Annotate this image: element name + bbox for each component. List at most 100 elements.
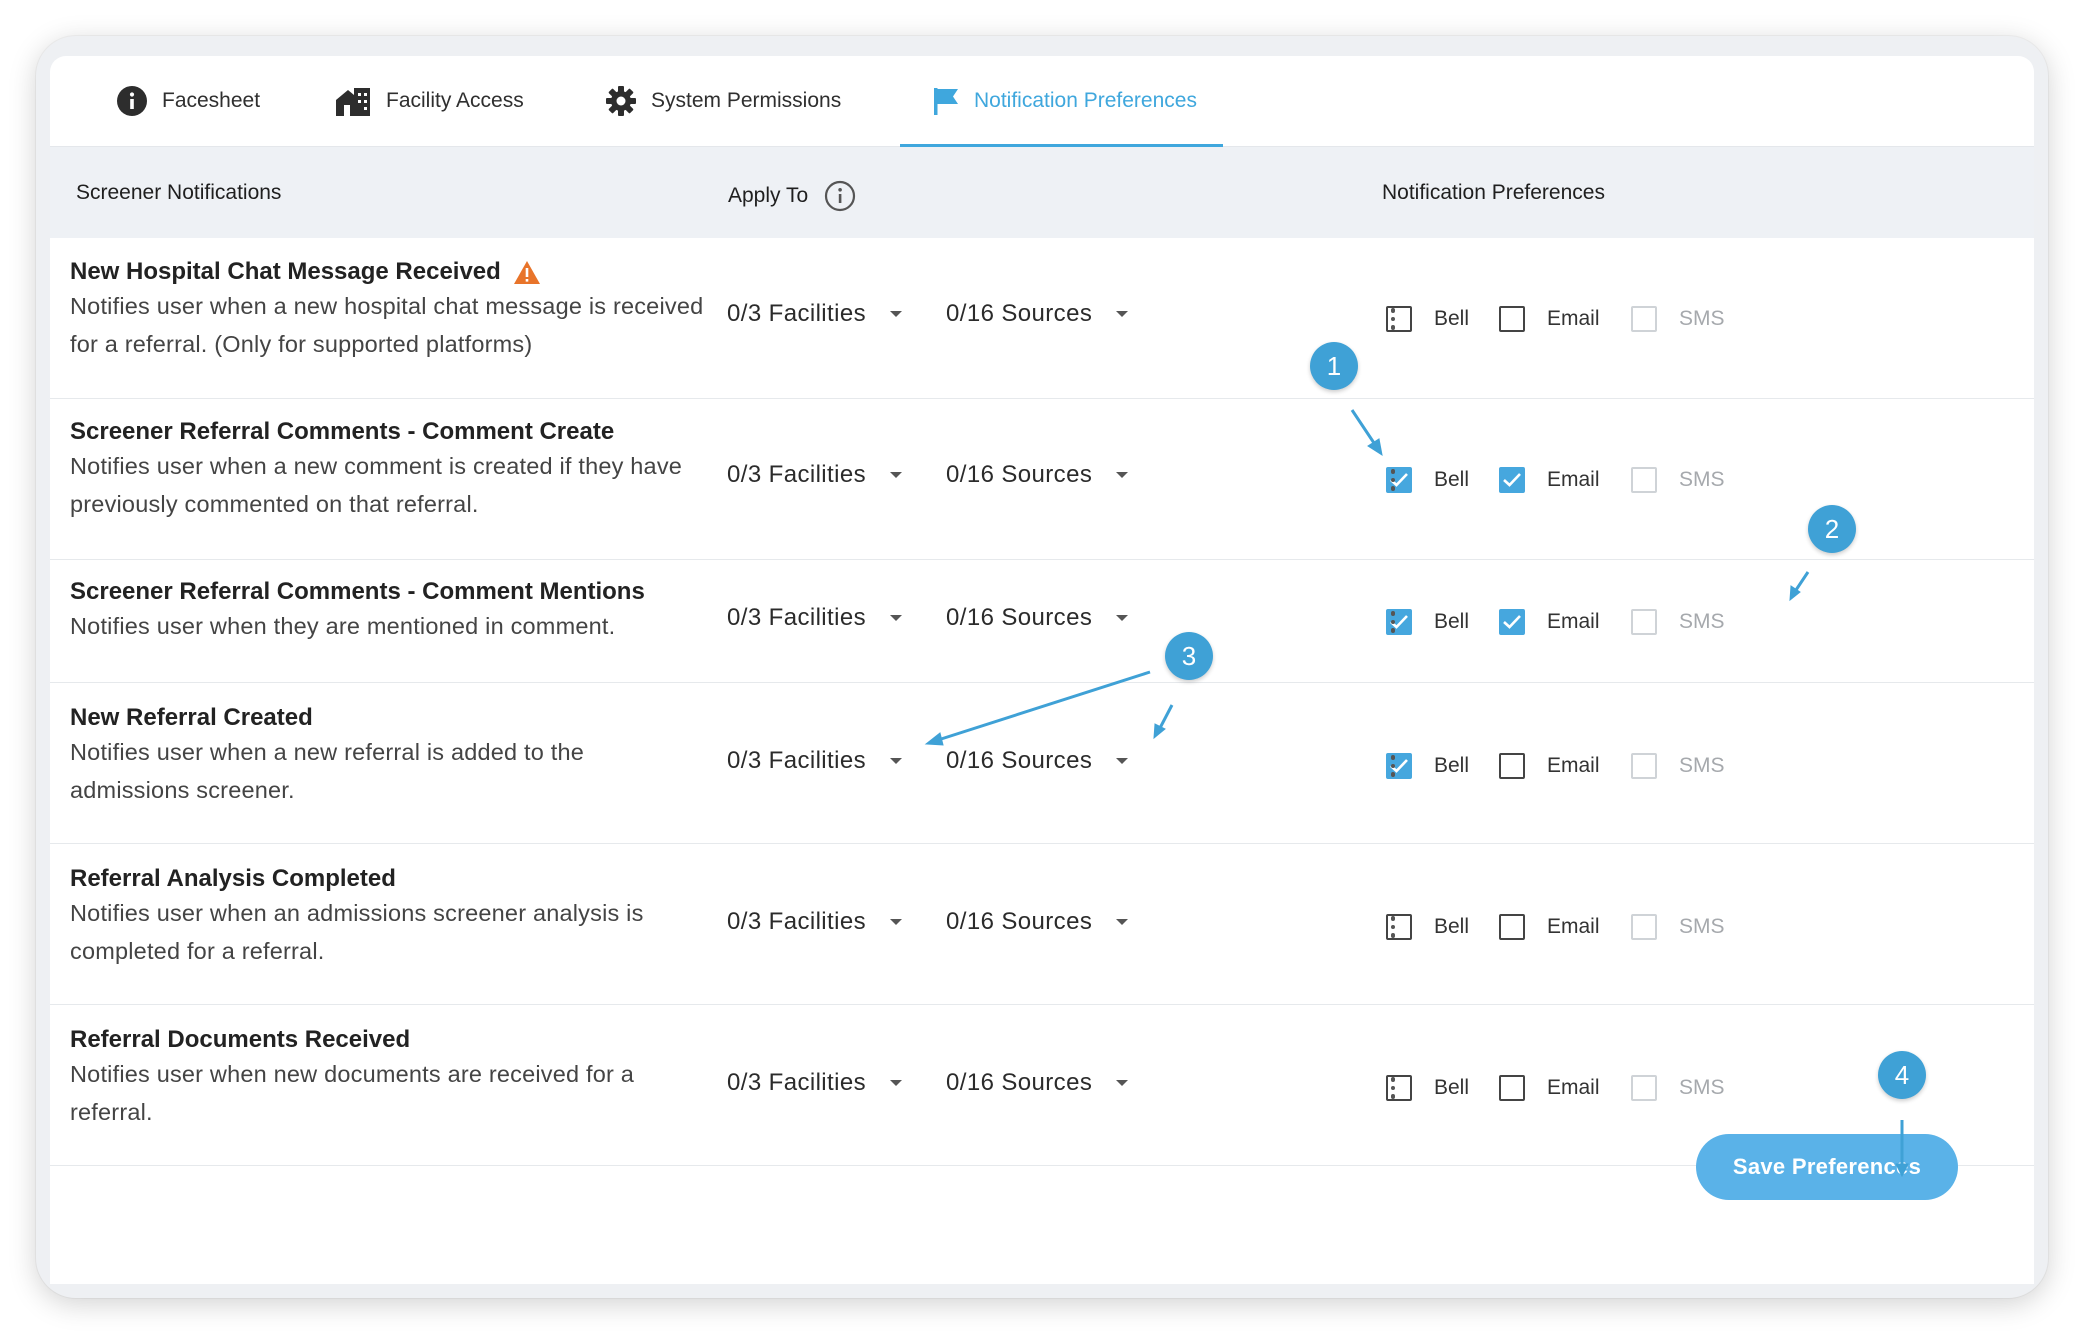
- notification-description: Notifies user when a new comment is crea…: [70, 453, 683, 517]
- facilities-dropdown[interactable]: 0/3 Facilities: [727, 1069, 902, 1097]
- table-row: New Hospital Chat Message Received Notif…: [50, 238, 2034, 399]
- sources-dropdown[interactable]: 0/16 Sources: [946, 908, 1129, 936]
- email-preference[interactable]: Email: [1499, 1075, 1600, 1101]
- caret-down-icon: [1116, 615, 1129, 621]
- email-checkbox[interactable]: [1499, 306, 1525, 332]
- sms-checkbox: [1631, 609, 1657, 635]
- flag-icon: [932, 86, 960, 116]
- notification-description: Notifies user when a new hospital chat m…: [70, 293, 704, 357]
- facilities-dropdown[interactable]: 0/3 Facilities: [727, 461, 902, 489]
- caret-down-icon: [889, 758, 902, 764]
- email-label: Email: [1547, 754, 1600, 777]
- email-checkbox[interactable]: [1499, 914, 1525, 940]
- email-preference[interactable]: Email: [1499, 914, 1600, 940]
- email-checkbox[interactable]: [1499, 467, 1525, 493]
- warning-icon: [513, 260, 541, 285]
- caret-down-icon: [1116, 919, 1129, 925]
- email-checkbox[interactable]: [1499, 753, 1525, 779]
- info-outline-icon[interactable]: [824, 180, 856, 212]
- more-options-icon[interactable]: [1383, 751, 1403, 781]
- sms-preference: SMS: [1631, 306, 1725, 332]
- more-options-icon[interactable]: [1383, 1073, 1403, 1103]
- email-label: Email: [1547, 468, 1600, 491]
- email-preference[interactable]: Email: [1499, 753, 1600, 779]
- sources-dropdown[interactable]: 0/16 Sources: [946, 747, 1129, 775]
- tab-notification-preferences[interactable]: Notification Preferences: [900, 56, 1223, 147]
- sources-dropdown[interactable]: 0/16 Sources: [946, 461, 1129, 489]
- more-options-icon[interactable]: [1383, 607, 1403, 637]
- sms-checkbox: [1631, 467, 1657, 493]
- table-row: Referral Analysis Completed Notifies use…: [50, 844, 2034, 1005]
- facilities-value: 0/3 Facilities: [727, 461, 866, 488]
- sources-dropdown[interactable]: 0/16 Sources: [946, 300, 1129, 328]
- table-header: Screener Notifications Apply To Notifica…: [50, 147, 2034, 238]
- table-row: New Referral Created Notifies user when …: [50, 683, 2034, 844]
- sms-label: SMS: [1679, 754, 1725, 777]
- facilities-dropdown[interactable]: 0/3 Facilities: [727, 300, 902, 328]
- more-options-icon[interactable]: [1383, 304, 1403, 334]
- email-preference[interactable]: Email: [1499, 306, 1600, 332]
- facilities-dropdown[interactable]: 0/3 Facilities: [727, 747, 902, 775]
- email-label: Email: [1547, 1076, 1600, 1099]
- caret-down-icon: [1116, 472, 1129, 478]
- sms-checkbox: [1631, 914, 1657, 940]
- sms-checkbox: [1631, 306, 1657, 332]
- building-icon: [334, 86, 372, 116]
- sms-checkbox: [1631, 753, 1657, 779]
- email-checkbox[interactable]: [1499, 1075, 1525, 1101]
- sms-preference: SMS: [1631, 609, 1725, 635]
- email-label: Email: [1547, 307, 1600, 330]
- sms-preference: SMS: [1631, 467, 1725, 493]
- more-options-icon[interactable]: [1383, 912, 1403, 942]
- notification-description: Notifies user when an admissions screene…: [70, 900, 644, 964]
- info-icon: [116, 85, 148, 117]
- callout-badge: 2: [1808, 505, 1856, 553]
- email-label: Email: [1547, 610, 1600, 633]
- caret-down-icon: [1116, 311, 1129, 317]
- callout-badge: 4: [1878, 1051, 1926, 1099]
- sms-preference: SMS: [1631, 753, 1725, 779]
- sms-preference: SMS: [1631, 1075, 1725, 1101]
- email-preference[interactable]: Email: [1499, 467, 1600, 493]
- notification-title: New Referral Created: [70, 704, 313, 731]
- notification-title: Screener Referral Comments - Comment Men…: [70, 578, 645, 605]
- facilities-value: 0/3 Facilities: [727, 908, 866, 935]
- header-screener-notifications: Screener Notifications: [76, 181, 282, 204]
- bell-label: Bell: [1434, 1076, 1470, 1099]
- caret-down-icon: [889, 919, 902, 925]
- notification-title: New Hospital Chat Message Received: [70, 257, 710, 287]
- callout-badge: 3: [1165, 632, 1213, 680]
- notification-description: Notifies user when a new referral is add…: [70, 739, 585, 803]
- more-options-icon[interactable]: [1383, 465, 1403, 495]
- bell-label: Bell: [1434, 915, 1470, 938]
- facilities-value: 0/3 Facilities: [727, 1069, 866, 1096]
- bell-label: Bell: [1434, 468, 1470, 491]
- tab-system-permissions[interactable]: System Permissions: [605, 56, 841, 146]
- notification-title-text: New Hospital Chat Message Received: [70, 258, 501, 285]
- sms-preference: SMS: [1631, 914, 1725, 940]
- save-preferences-button[interactable]: Save Preferences: [1696, 1134, 1958, 1200]
- sources-value: 0/16 Sources: [946, 908, 1093, 935]
- email-checkbox[interactable]: [1499, 609, 1525, 635]
- sources-dropdown[interactable]: 0/16 Sources: [946, 604, 1129, 632]
- sms-label: SMS: [1679, 307, 1725, 330]
- email-preference[interactable]: Email: [1499, 609, 1600, 635]
- header-notification-preferences: Notification Preferences: [1382, 181, 1605, 204]
- callout-badge: 1: [1310, 342, 1358, 390]
- notification-info: Screener Referral Comments - Comment Men…: [70, 577, 710, 645]
- notification-info: Screener Referral Comments - Comment Cre…: [70, 417, 710, 523]
- caret-down-icon: [889, 615, 902, 621]
- caret-down-icon: [1116, 1080, 1129, 1086]
- facilities-dropdown[interactable]: 0/3 Facilities: [727, 908, 902, 936]
- tab-facility-access[interactable]: Facility Access: [334, 56, 524, 146]
- sms-label: SMS: [1679, 468, 1725, 491]
- header-apply-to-label: Apply To: [728, 183, 809, 207]
- table-row: Screener Referral Comments - Comment Cre…: [50, 399, 2034, 560]
- sources-dropdown[interactable]: 0/16 Sources: [946, 1069, 1129, 1097]
- tab-label: Facility Access: [386, 89, 524, 112]
- facilities-dropdown[interactable]: 0/3 Facilities: [727, 604, 902, 632]
- bell-label: Bell: [1434, 754, 1470, 777]
- tab-facesheet[interactable]: Facesheet: [116, 56, 260, 146]
- header-apply-to: Apply To: [728, 150, 856, 241]
- gear-icon: [605, 85, 637, 117]
